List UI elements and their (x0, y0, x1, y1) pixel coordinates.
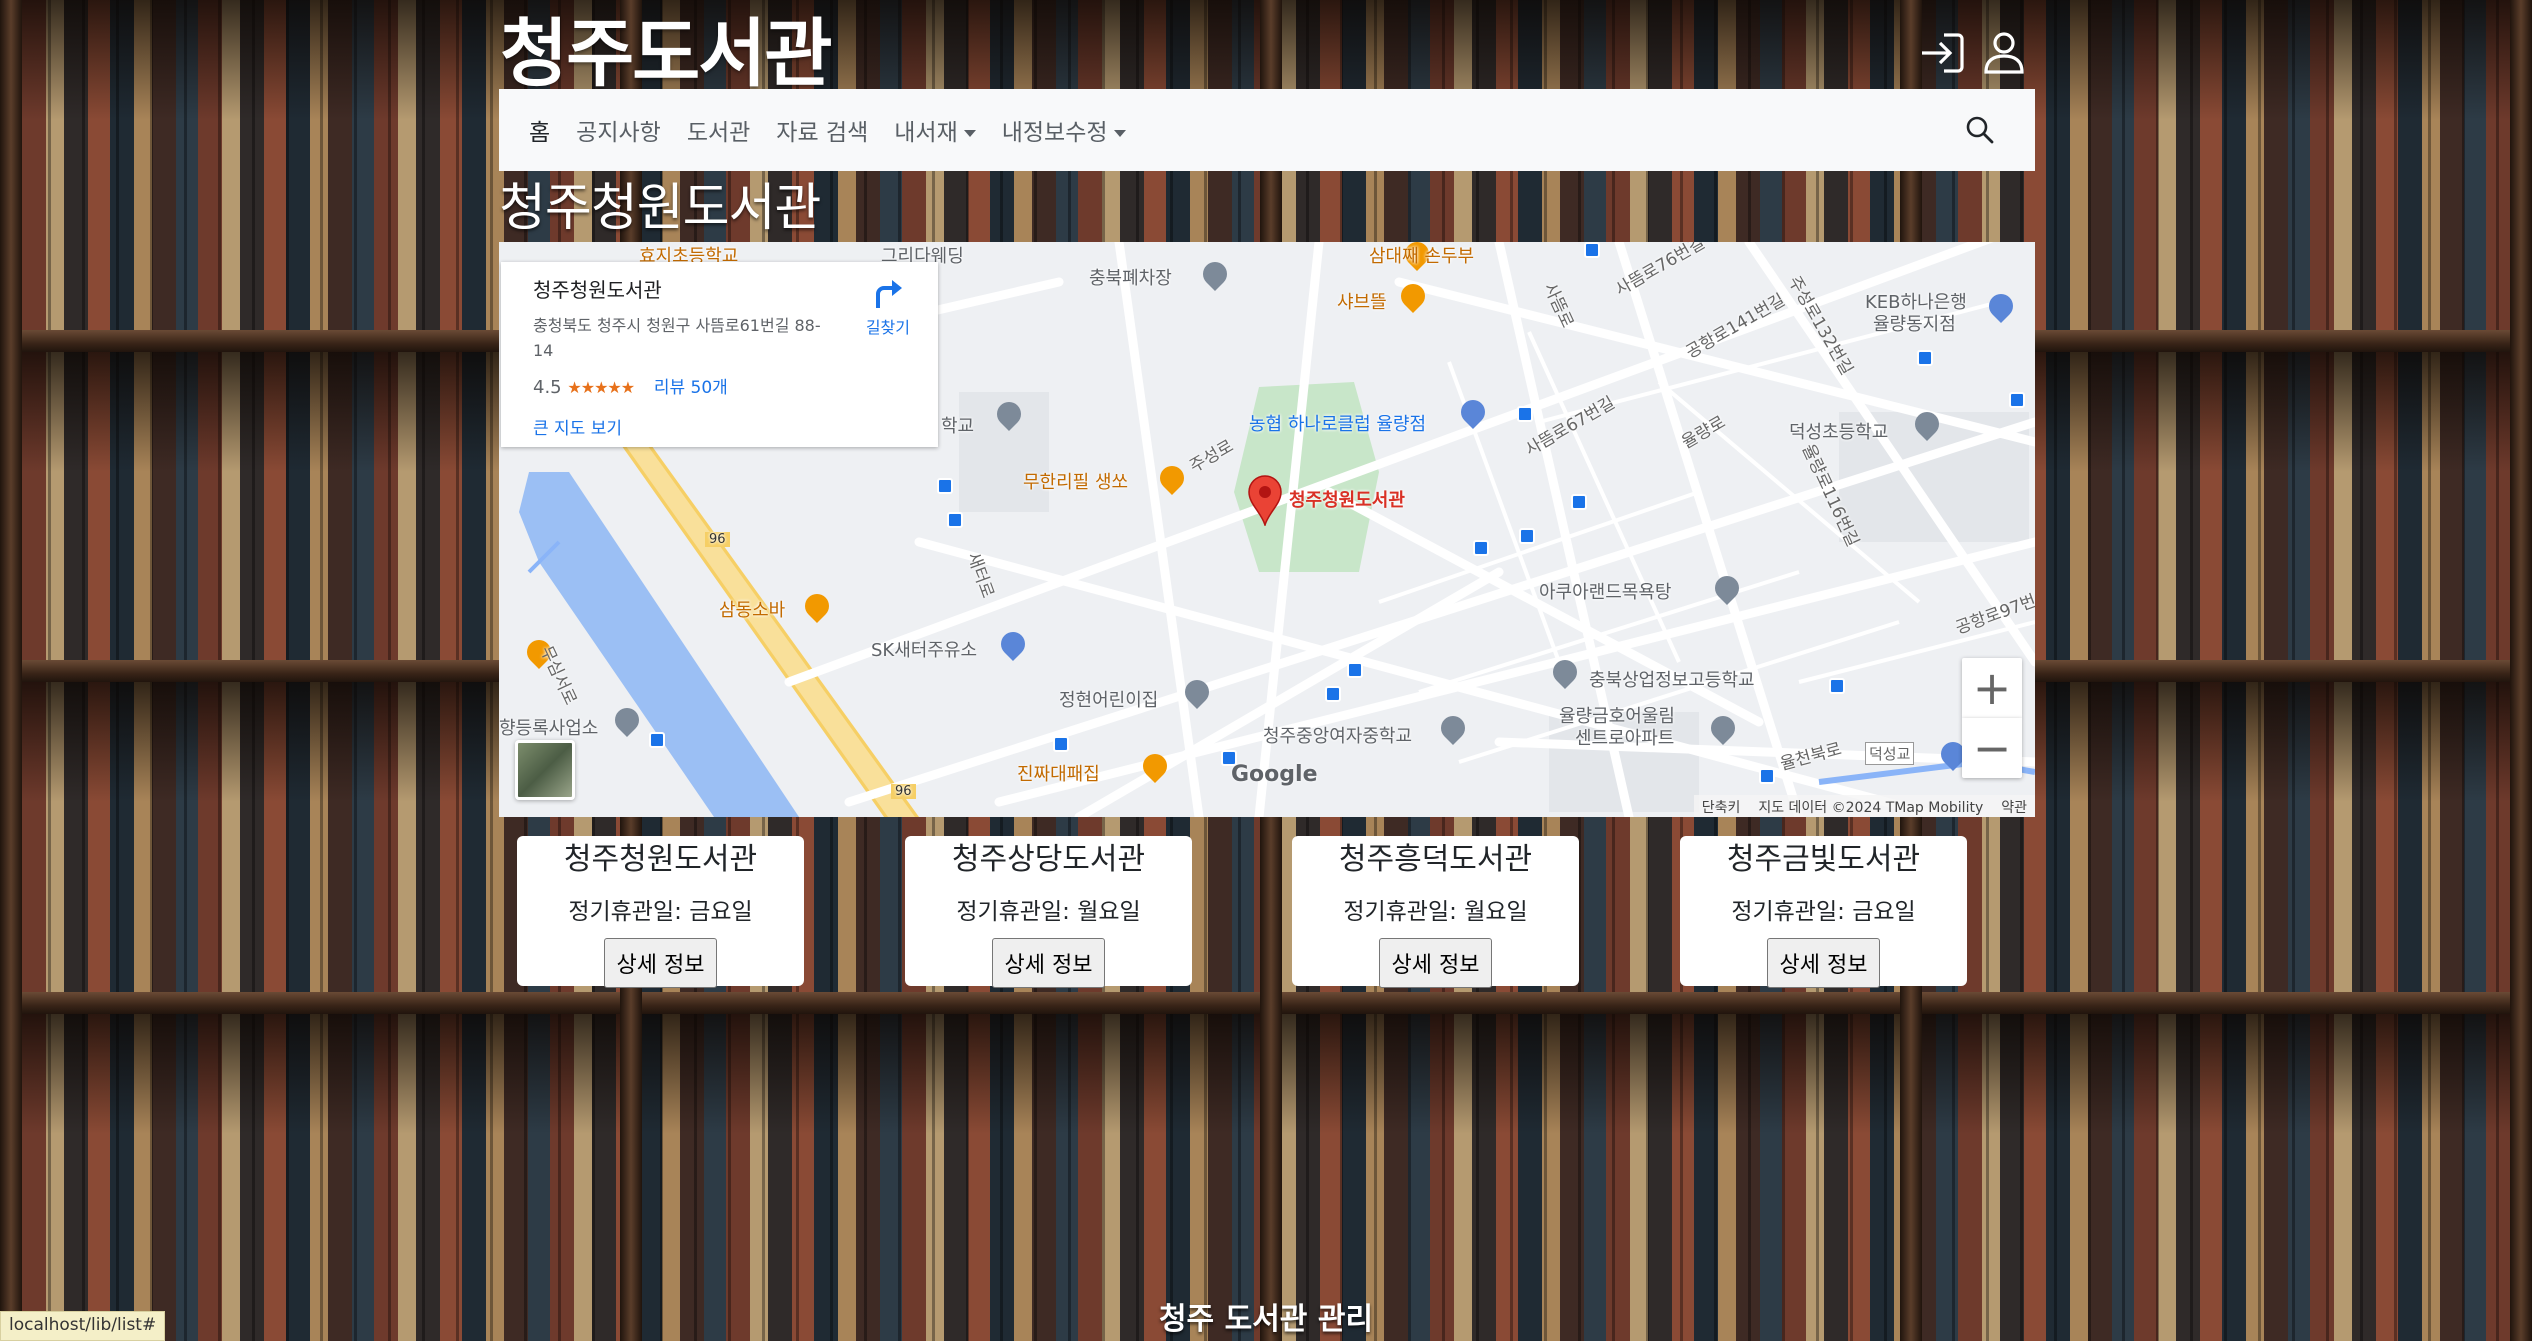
shelf-post (0, 0, 22, 1341)
bus-stop-icon[interactable] (1571, 494, 1587, 510)
place-info-card: 청주청원도서관 충청북도 청주시 청원구 사뜸로61번길 88-14 4.5 ★… (501, 262, 938, 447)
library-card: 청주금빛도서관 정기휴관일: 금요일 상세 정보 (1680, 836, 1967, 988)
library-name: 청주청원도서관 (563, 842, 758, 877)
browser-status-url: localhost/lib/list# (0, 1311, 166, 1341)
bus-stop-icon[interactable] (1519, 528, 1535, 544)
library-card: 청주상당도서관 정기휴관일: 월요일 상세 정보 (905, 836, 1192, 988)
bus-stop-icon[interactable] (1053, 736, 1069, 752)
map-label: 향등록사업소 (499, 718, 599, 739)
bus-stop-icon[interactable] (1759, 768, 1775, 784)
search-icon[interactable] (1963, 113, 1997, 147)
library-name: 청주흥덕도서관 (1338, 842, 1533, 877)
bus-stop-icon[interactable] (937, 478, 953, 494)
nav-home[interactable]: 홈 (529, 113, 550, 147)
library-name: 청주금빛도서관 (1726, 842, 1921, 877)
map-label: 무한리필 생쏘 (1023, 472, 1129, 493)
map-label: 충북상업정보고등학교 (1589, 670, 1755, 691)
rating-value: 4.5 (533, 377, 562, 398)
map-label: 청주청원도서관 (1289, 490, 1405, 511)
library-detail-button[interactable]: 상세 정보 (603, 938, 718, 988)
map-label: 삼동소바 (719, 600, 786, 621)
zoom-out-button[interactable]: − (1962, 718, 2022, 778)
map-label: 율량동지점 (1873, 314, 1956, 335)
keyboard-shortcuts-link[interactable]: 단축키 (1702, 797, 1741, 816)
map-label: 농협 하나로클럽 율량점 (1249, 414, 1427, 435)
library-card: 청주흥덕도서관 정기휴관일: 월요일 상세 정보 (1292, 836, 1579, 988)
library-detail-button[interactable]: 상세 정보 (991, 938, 1106, 988)
library-detail-button[interactable]: 상세 정보 (1378, 938, 1493, 988)
directions-icon (875, 280, 902, 308)
satellite-view-toggle[interactable] (515, 740, 575, 800)
bus-stop-icon[interactable] (1829, 678, 1845, 694)
caret-down-icon (963, 130, 976, 137)
bus-stop-icon[interactable] (1517, 406, 1533, 422)
map-label: 아쿠아랜드목욕탕 (1539, 582, 1672, 603)
nav-search-materials[interactable]: 자료 검색 (776, 113, 868, 147)
nav-edit-profile-label: 내정보수정 (1001, 120, 1108, 146)
view-larger-map-link[interactable]: 큰 지도 보기 (533, 414, 938, 439)
bus-stop-icon[interactable] (1347, 662, 1363, 678)
user-icon[interactable] (1980, 30, 2028, 76)
place-rating: 4.5 ★★★★★ 리뷰 50개 (533, 373, 938, 398)
bus-stop-icon[interactable] (947, 512, 963, 528)
library-detail-button[interactable]: 상세 정보 (1766, 938, 1881, 988)
directions-button[interactable]: 길찾기 (866, 276, 910, 338)
login-icon[interactable] (1918, 30, 1966, 76)
terms-link[interactable]: 약관 (2001, 797, 2027, 816)
map-label: 진짜대패집 (1017, 764, 1100, 785)
map-data-credit: 지도 데이터 ©2024 TMap Mobility (1758, 800, 1984, 816)
library-closed-day: 정기휴관일: 금요일 (568, 899, 753, 925)
library-closed-day: 정기휴관일: 월요일 (1343, 899, 1528, 925)
nav-notice[interactable]: 공지사항 (576, 113, 661, 147)
place-address: 충청북도 청주시 청원구 사뜸로61번길 88-14 (533, 316, 821, 360)
page-footer: 청주 도서관 관리 (1158, 1302, 1374, 1337)
main-navbar: 홈 공지사항 도서관 자료 검색 내서재 내정보수정 (499, 89, 2035, 171)
reviews-link[interactable]: 리뷰 50개 (654, 378, 728, 398)
directions-label: 길찾기 (865, 318, 910, 337)
rating-stars-icon: ★★★★★ (567, 378, 635, 397)
bus-stop-icon[interactable] (649, 732, 665, 748)
bus-stop-icon[interactable] (1917, 350, 1933, 366)
bus-stop-icon[interactable] (1584, 242, 1600, 258)
map-label: 충북폐차장 (1089, 268, 1172, 289)
bus-stop-icon[interactable] (1325, 686, 1341, 702)
map-label: SK새터주유소 (871, 640, 978, 661)
map-label: 정현어린이집 (1059, 690, 1159, 711)
bus-stop-icon[interactable] (2009, 392, 2025, 408)
map-label: 학교 (941, 416, 975, 437)
nav-my-library-label: 내서재 (894, 120, 958, 146)
bus-stop-icon[interactable] (1473, 540, 1489, 556)
map-label: 샤브뜰 (1337, 292, 1387, 313)
library-closed-day: 정기휴관일: 금요일 (1731, 899, 1916, 925)
shelf-post (2510, 0, 2532, 1341)
selected-library-heading: 청주청원도서관 (499, 179, 821, 238)
library-name: 청주상당도서관 (951, 842, 1146, 877)
highway-shield: 96 (705, 532, 730, 547)
map-label: 삼대째 손두부 (1369, 246, 1475, 267)
site-title[interactable]: 청주도서관 (500, 0, 832, 101)
zoom-in-button[interactable]: + (1962, 658, 2022, 718)
highway-shield: 96 (891, 784, 916, 799)
nav-my-library-dropdown[interactable]: 내서재 (894, 113, 976, 147)
library-closed-day: 정기휴관일: 월요일 (956, 899, 1141, 925)
library-location-marker-icon[interactable] (1247, 474, 1283, 528)
bridge-label: 덕성교 (1865, 742, 1915, 765)
google-logo: Google (1231, 762, 1318, 787)
caret-down-icon (1113, 130, 1126, 137)
nav-edit-profile-dropdown[interactable]: 내정보수정 (1002, 113, 1126, 147)
nav-library[interactable]: 도서관 (687, 113, 750, 147)
google-map[interactable]: 충북폐차장 샤브뜰 농협 하나로클럽 율량점 KEB하나은행 율량동지점 덕성초… (499, 242, 2035, 817)
map-label: 센트로아파트 (1575, 728, 1675, 749)
map-label: 청주중앙여자중학교 (1263, 726, 1413, 747)
library-card: 청주청원도서관 정기휴관일: 금요일 상세 정보 (517, 836, 804, 988)
map-label: 덕성초등학교 (1789, 422, 1889, 443)
map-attribution-bar: 단축키 지도 데이터 ©2024 TMap Mobility 약관 (1693, 795, 2035, 817)
